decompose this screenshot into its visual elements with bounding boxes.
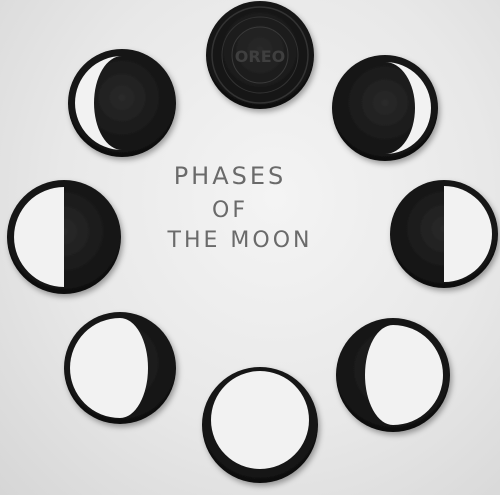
caption-line-1: PHASES bbox=[173, 162, 287, 190]
new-moon-cookie: OREO bbox=[206, 1, 314, 109]
last-quarter-cookie bbox=[7, 180, 121, 294]
waning-gibbous-cookie bbox=[64, 312, 176, 424]
oreo-stamp: OREO bbox=[235, 47, 285, 66]
waning-crescent-cookie bbox=[68, 49, 176, 157]
waxing-gibbous-cookie bbox=[336, 318, 450, 432]
caption-line-2: OF bbox=[212, 198, 248, 223]
caption-line-3: THE MOON bbox=[167, 228, 313, 253]
photo-scene: OREO PHASES OF THE MOON bbox=[0, 0, 500, 495]
full-moon-cookie bbox=[202, 367, 318, 483]
first-quarter-cookie bbox=[390, 180, 498, 288]
waxing-crescent-cookie bbox=[332, 55, 438, 161]
